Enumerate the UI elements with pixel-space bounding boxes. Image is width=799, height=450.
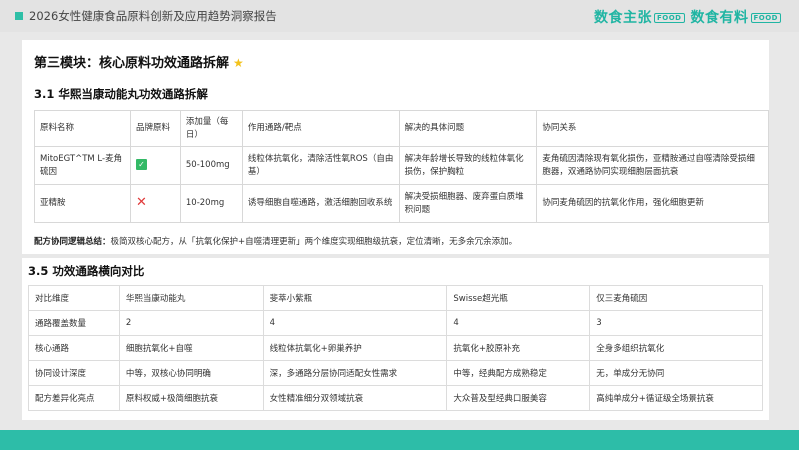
table-cell: 抗氧化+胶原补充 xyxy=(446,335,591,361)
brand-raw-cell: ✓ xyxy=(129,146,181,185)
ingredient-name: 亚精胺 xyxy=(34,184,131,223)
column-header: 品牌原料 xyxy=(129,110,181,147)
table-cell: 中等，双核心协同明确 xyxy=(118,360,264,386)
table-cell: 中等，经典配方成熟稳定 xyxy=(446,360,591,386)
table-cell: 协同设计深度 xyxy=(28,360,120,386)
table-cell: 女性精准细分双领域抗衰 xyxy=(262,385,448,411)
header-accent-square xyxy=(15,12,23,20)
footer-accent-bar xyxy=(0,430,799,450)
section-35-heading: 3.5 功效通路横向对比 xyxy=(28,264,145,278)
checkmark-icon: ✓ xyxy=(135,159,147,171)
table-cell: 3 xyxy=(589,310,763,336)
summary-text: 极简双核心配方，从「抗氧化保护+自噬清理更新」两个维度实现细胞级抗衰，定位清晰，… xyxy=(110,237,518,247)
synergy: 麦角硫因清除现有氧化损伤，亚精胺通过自噬清除受损细胞器，双通路协同实现细胞层面抗… xyxy=(536,146,769,185)
table-cell: 通路覆盖数量 xyxy=(28,310,120,336)
table-cell: 2 xyxy=(118,310,264,336)
brand-logos: 数食主张 FOOD 数食有料 FOOD xyxy=(594,7,781,27)
module-title: 第三模块：核心原料功效通路拆解 ★ xyxy=(34,56,244,71)
table-row: MitoEGT^TM L-麦角硫因 ✓ 50-100mg 线粒体抗氧化，清除活性… xyxy=(34,146,769,185)
table-cell: 核心通路 xyxy=(28,335,120,361)
column-header: 斐萃小紫瓶 xyxy=(262,285,448,311)
table-cell: 线粒体抗氧化+卵巢养护 xyxy=(262,335,448,361)
ingredient-pathway-table: 原料名称 品牌原料 添加量（每日） 作用通路/靶点 解决的具体问题 协同关系 M… xyxy=(34,110,769,223)
problem: 解决受损细胞器、废弃蛋白质堆积问题 xyxy=(398,184,538,223)
comparison-card: 3.5 功效通路横向对比 对比维度 华熙当康动能丸 斐萃小紫瓶 Swisse超光… xyxy=(22,258,769,420)
table-row: 亚精胺 ✕ 10-20mg 诱导细胞自噬通路，激活细胞回收系统 解决受损细胞器、… xyxy=(34,184,769,223)
table-cell: 大众普及型经典口服美容 xyxy=(446,385,591,411)
pathway: 诱导细胞自噬通路，激活细胞回收系统 xyxy=(241,184,400,223)
column-header: 对比维度 xyxy=(28,285,120,311)
column-header: 解决的具体问题 xyxy=(398,110,538,147)
table-row: 协同设计深度 中等，双核心协同明确 深，多通路分层协同适配女性需求 中等，经典配… xyxy=(28,360,763,386)
table-cell: 深，多通路分层协同适配女性需求 xyxy=(262,360,448,386)
table-cell: 无，单成分无协同 xyxy=(589,360,763,386)
table-row: 配方差异化亮点 原料权威+极简细胞抗衰 女性精准细分双领域抗衰 大众普及型经典口… xyxy=(28,385,763,411)
ingredient-name: MitoEGT^TM L-麦角硫因 xyxy=(34,146,131,185)
table-cell: 全身多组织抗氧化 xyxy=(589,335,763,361)
column-header: 原料名称 xyxy=(34,110,131,147)
table-row: 通路覆盖数量 2 4 4 3 xyxy=(28,310,763,336)
brand-logo-primary: 数食主张 FOOD xyxy=(594,7,685,27)
pathway: 线粒体抗氧化，清除活性氧ROS（自由基） xyxy=(241,146,400,185)
column-header: 添加量（每日） xyxy=(179,110,243,147)
dose: 10-20mg xyxy=(179,184,243,223)
table-cell: 高纯单成分+循证级全场景抗衰 xyxy=(589,385,763,411)
pathway-comparison-table: 对比维度 华熙当康动能丸 斐萃小紫瓶 Swisse超光瓶 仅三麦角硫因 通路覆盖… xyxy=(28,285,763,411)
report-title: 2026女性健康食品原料创新及应用趋势洞察报告 xyxy=(29,9,277,23)
table-header-row: 对比维度 华熙当康动能丸 斐萃小紫瓶 Swisse超光瓶 仅三麦角硫因 xyxy=(28,285,763,311)
table-cell: 细胞抗氧化+自噬 xyxy=(118,335,264,361)
section-31-heading: 3.1 华熙当康动能丸功效通路拆解 xyxy=(34,87,208,101)
brand-raw-cell: ✕ xyxy=(129,184,181,223)
table-header-row: 原料名称 品牌原料 添加量（每日） 作用通路/靶点 解决的具体问题 协同关系 xyxy=(34,110,769,147)
brand-logo-secondary: 数食有料 FOOD xyxy=(691,7,781,27)
summary-label: 配方协同逻辑总结： xyxy=(34,237,111,247)
table-cell: 4 xyxy=(446,310,591,336)
column-header: Swisse超光瓶 xyxy=(446,285,591,311)
column-header: 协同关系 xyxy=(536,110,769,147)
table-cell: 原料权威+极简细胞抗衰 xyxy=(118,385,264,411)
table-row: 核心通路 细胞抗氧化+自噬 线粒体抗氧化+卵巢养护 抗氧化+胶原补充 全身多组织… xyxy=(28,335,763,361)
column-header: 仅三麦角硫因 xyxy=(589,285,763,311)
module-card: 第三模块：核心原料功效通路拆解 ★ 3.1 华熙当康动能丸功效通路拆解 原料名称 … xyxy=(22,40,769,254)
formula-summary: 配方协同逻辑总结：极简双核心配方，从「抗氧化保护+自噬清理更新」两个维度实现细胞… xyxy=(34,235,517,247)
report-header-bar: 2026女性健康食品原料创新及应用趋势洞察报告 数食主张 FOOD 数食有料 FOO… xyxy=(0,0,799,32)
table-cell: 4 xyxy=(262,310,448,336)
cross-icon: ✕ xyxy=(135,195,147,211)
synergy: 协同麦角硫因的抗氧化作用，强化细胞更新 xyxy=(536,184,769,223)
problem: 解决年龄增长导致的线粒体氧化损伤，保护胸粒 xyxy=(398,146,538,185)
star-icon: ★ xyxy=(233,56,244,70)
dose: 50-100mg xyxy=(179,146,243,185)
column-header: 华熙当康动能丸 xyxy=(118,285,264,311)
table-cell: 配方差异化亮点 xyxy=(28,385,120,411)
column-header: 作用通路/靶点 xyxy=(241,110,400,147)
